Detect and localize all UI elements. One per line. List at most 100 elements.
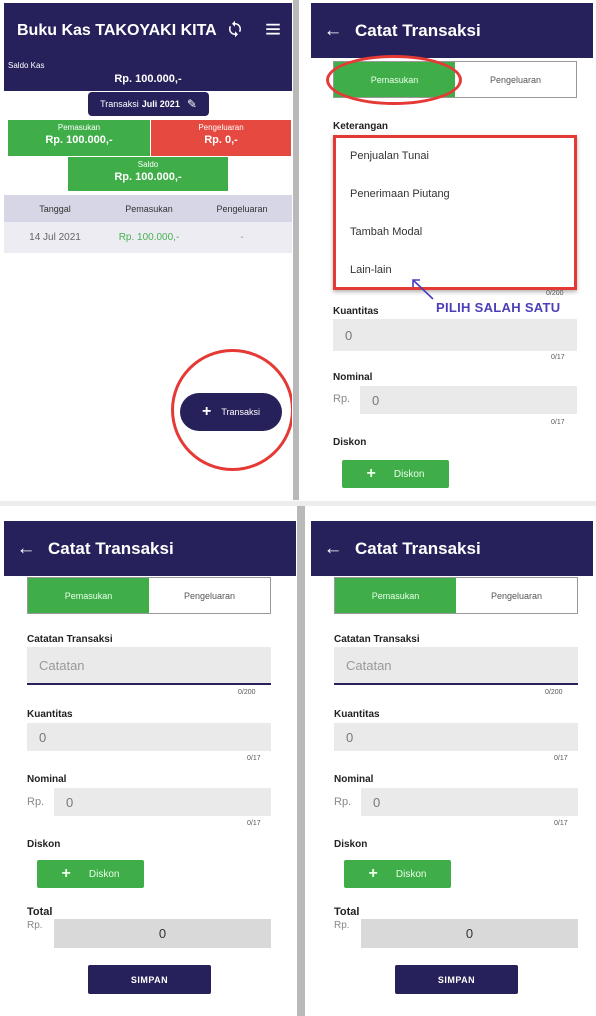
- kuantitas-counter: 0/17: [551, 354, 565, 361]
- screen-buku-kas: Buku Kas TAKOYAKI KITA Saldo Kas Rp. 100…: [4, 3, 292, 499]
- diskon-button[interactable]: + Diskon: [344, 860, 451, 888]
- catatan-label: Catatan Transaksi: [334, 634, 420, 645]
- table-row[interactable]: 14 Jul 2021 Rp. 100.000,- -: [4, 222, 292, 253]
- nominal-counter: 0/17: [551, 419, 565, 426]
- catatan-counter: 0/200: [238, 689, 256, 696]
- back-arrow-icon[interactable]: ←: [4, 538, 48, 560]
- pengeluaran-value: Rp. 0,-: [204, 134, 238, 146]
- kuantitas-counter: 0/17: [554, 755, 568, 762]
- app-bar: ← Catat Transaksi: [311, 3, 593, 58]
- app-bar: ← Catat Transaksi: [311, 521, 593, 576]
- page-title: Catat Transaksi: [355, 20, 481, 40]
- add-transaksi-button[interactable]: + Transaksi: [180, 393, 282, 431]
- periode-value: Juli 2021: [141, 99, 180, 109]
- type-toggle: Pemasukan Pengeluaran: [334, 577, 578, 614]
- cell-pengeluaran: -: [240, 232, 244, 243]
- save-button[interactable]: SIMPAN: [395, 965, 518, 994]
- screen-catat-form-2: ← Catat Transaksi Pemasukan Pengeluaran …: [311, 521, 593, 1014]
- divider: [297, 506, 305, 1016]
- kuantitas-field[interactable]: 0: [333, 319, 577, 351]
- type-toggle: Pemasukan Pengeluaran: [27, 577, 271, 614]
- header-pemasukan: Pemasukan: [125, 203, 173, 214]
- page-title: Catat Transaksi: [48, 538, 174, 558]
- plus-icon: +: [368, 865, 378, 882]
- tab-pengeluaran[interactable]: Pengeluaran: [149, 578, 270, 613]
- kuantitas-field[interactable]: 0: [27, 723, 271, 751]
- plus-icon: +: [201, 403, 212, 420]
- total-prefix: Rp.: [334, 920, 350, 931]
- total-prefix: Rp.: [27, 920, 43, 931]
- tab-pengeluaran[interactable]: Pengeluaran: [456, 578, 577, 613]
- saldo-kas-band: Saldo Kas Rp. 100.000,-: [4, 58, 292, 91]
- save-button[interactable]: SIMPAN: [88, 965, 211, 994]
- nominal-field[interactable]: 0: [361, 788, 578, 816]
- nominal-prefix: Rp.: [334, 796, 352, 808]
- nominal-counter: 0/17: [247, 820, 261, 827]
- catatan-counter: 0/200: [546, 290, 564, 297]
- periode-prefix: Transaksi: [100, 99, 139, 109]
- total-field: 0: [54, 919, 271, 948]
- diskon-label: Diskon: [334, 839, 368, 850]
- menu-icon[interactable]: [264, 20, 282, 42]
- cell-pemasukan: Rp. 100.000,-: [118, 232, 180, 243]
- option-tambah-modal[interactable]: Tambah Modal: [350, 226, 422, 238]
- tab-pemasukan[interactable]: Pemasukan: [335, 578, 456, 613]
- total-field: 0: [361, 919, 578, 948]
- header-tanggal: Tanggal: [39, 203, 71, 214]
- diskon-button-label: Diskon: [88, 868, 120, 880]
- tab-pemasukan[interactable]: Pemasukan: [28, 578, 149, 613]
- kuantitas-field[interactable]: 0: [334, 723, 578, 751]
- tab-pemasukan[interactable]: Pemasukan: [334, 62, 455, 97]
- option-lain-lain[interactable]: Lain-lain: [350, 264, 392, 276]
- kuantitas-label: Kuantitas: [334, 709, 380, 720]
- nominal-label: Nominal: [333, 372, 373, 383]
- saldo-card-value: Rp. 100.000,-: [114, 171, 182, 183]
- app-bar: ← Catat Transaksi: [4, 521, 296, 576]
- nominal-counter: 0/17: [554, 820, 568, 827]
- sync-icon[interactable]: [226, 20, 244, 42]
- kuantitas-label: Kuantitas: [333, 306, 379, 317]
- page-title: Catat Transaksi: [355, 538, 481, 558]
- cell-tanggal: 14 Jul 2021: [29, 232, 81, 243]
- nominal-field[interactable]: 0: [360, 386, 577, 414]
- nominal-field[interactable]: 0: [54, 788, 271, 816]
- annotation-text: PILIH SALAH SATU: [436, 300, 561, 315]
- catatan-input[interactable]: Catatan: [27, 647, 271, 685]
- nominal-label: Nominal: [334, 774, 374, 785]
- plus-icon: +: [61, 865, 71, 882]
- keterangan-dropdown: Penjualan Tunai Penerimaan Piutang Tamba…: [333, 135, 577, 290]
- annotation-arrow-icon: [412, 279, 434, 300]
- kuantitas-counter: 0/17: [247, 755, 261, 762]
- screen-catat-form: ← Catat Transaksi Pemasukan Pengeluaran …: [4, 521, 296, 1014]
- keterangan-label: Keterangan: [333, 121, 389, 132]
- diskon-label: Diskon: [27, 839, 61, 850]
- option-penjualan-tunai[interactable]: Penjualan Tunai: [350, 150, 429, 162]
- diskon-button[interactable]: + Diskon: [342, 460, 449, 488]
- pemasukan-card: Pemasukan Rp. 100.000,-: [8, 120, 150, 156]
- nominal-prefix: Rp.: [333, 393, 351, 405]
- fab-label: Transaksi: [221, 407, 261, 417]
- diskon-button[interactable]: + Diskon: [37, 860, 144, 888]
- saldo-card: Saldo Rp. 100.000,-: [68, 157, 228, 191]
- pemasukan-label: Pemasukan: [57, 123, 101, 132]
- nominal-prefix: Rp.: [27, 796, 45, 808]
- back-arrow-icon[interactable]: ←: [311, 20, 355, 42]
- pencil-icon: ✎: [186, 97, 197, 111]
- pengeluaran-card: Pengeluaran Rp. 0,-: [151, 120, 291, 156]
- total-label: Total: [334, 906, 360, 918]
- diskon-label: Diskon: [333, 437, 367, 448]
- periode-button[interactable]: Transaksi Juli 2021 ✎: [88, 92, 209, 116]
- diskon-button-label: Diskon: [395, 868, 427, 880]
- screen-catat-dropdown: ← Catat Transaksi Pemasukan Pengeluaran …: [311, 3, 593, 499]
- header-pengeluaran: Pengeluaran: [216, 203, 268, 214]
- pemasukan-value: Rp. 100.000,-: [45, 134, 113, 146]
- back-arrow-icon[interactable]: ←: [311, 538, 355, 560]
- app-title: Buku Kas TAKOYAKI KITA: [17, 21, 217, 39]
- saldo-kas-label: Saldo Kas: [8, 61, 45, 70]
- option-penerimaan-piutang[interactable]: Penerimaan Piutang: [350, 188, 450, 200]
- kuantitas-label: Kuantitas: [27, 709, 73, 720]
- tab-pengeluaran[interactable]: Pengeluaran: [455, 62, 576, 97]
- catatan-input[interactable]: Catatan: [334, 647, 578, 685]
- diskon-button-label: Diskon: [393, 468, 425, 480]
- app-bar: Buku Kas TAKOYAKI KITA: [4, 3, 292, 58]
